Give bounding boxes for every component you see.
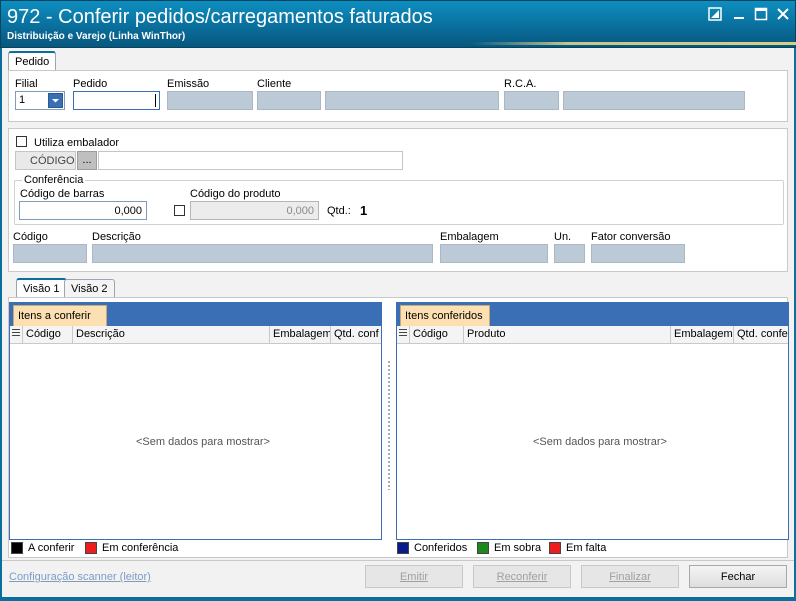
left-col-descricao[interactable]: Descrição (72, 326, 269, 344)
right-col-qtd-conf[interactable]: Qtd. confe (733, 326, 788, 344)
itens-a-conferir-tab[interactable]: Itens a conferir (13, 305, 107, 326)
window-subtitle: Distribuição e Varejo (Linha WinThor) (7, 31, 186, 42)
emissao-label: Emissão (167, 78, 210, 90)
legend-em-sobra-label: Em sobra (494, 542, 542, 554)
itens-conferidos-grid: Itens conferidos Código Produto Embalage… (396, 302, 789, 540)
finalizar-button[interactable]: Finalizar (581, 565, 679, 588)
conferencia-group-label: Conferência (22, 174, 86, 186)
pedido-label: Pedido (73, 78, 108, 90)
left-col-codigo[interactable]: Código (22, 326, 72, 344)
qtd-value: 1 (360, 203, 368, 218)
emissao-field (167, 91, 253, 110)
product-embalagem-label: Embalagem (440, 231, 499, 243)
browse-label: ... (82, 154, 92, 166)
product-descricao-field (92, 244, 433, 263)
title-decoration (471, 42, 796, 45)
product-un-label: Un. (554, 231, 572, 243)
product-un-field (554, 244, 585, 263)
embalador-name-field (98, 151, 403, 170)
barcode-input[interactable]: 0,000 (19, 201, 147, 220)
right-col-embalagem[interactable]: Embalagem (670, 326, 733, 344)
legend-a-conferir-label: A conferir (28, 542, 75, 554)
column-chooser-icon[interactable] (10, 326, 22, 344)
product-code-checkbox[interactable] (174, 205, 185, 216)
maximize-icon[interactable] (753, 7, 769, 23)
filial-label: Filial (15, 78, 38, 90)
legend-em-conferencia-swatch (85, 542, 97, 554)
embalador-codigo-field: CÓDIGO (15, 151, 76, 170)
reconferir-button[interactable]: Reconferir (473, 565, 571, 588)
itens-a-conferir-grid: Itens a conferir Código Descrição Embala… (9, 302, 382, 540)
rca-name-field (563, 91, 745, 110)
footer-divider (2, 560, 794, 561)
left-grid-empty-text: <Sem dados para mostrar> (136, 436, 270, 448)
legend-em-conferencia-label: Em conferência (102, 542, 179, 554)
window-title: 972 - Conferir pedidos/carregamentos fat… (7, 6, 433, 28)
close-icon[interactable] (775, 7, 791, 23)
cliente-name-field (325, 91, 499, 110)
product-codigo-label: Código (13, 231, 48, 243)
tab-visao-1[interactable]: Visão 1 (16, 278, 67, 297)
product-fator-field (591, 244, 685, 263)
filial-value: 1 (19, 94, 26, 106)
scanner-config-link[interactable]: Configuração scanner (leitor) (9, 571, 151, 583)
qtd-label: Qtd.: (327, 205, 351, 217)
product-fator-label: Fator conversão (591, 231, 671, 243)
legend-a-conferir-swatch (11, 542, 23, 554)
emitir-label: Emitir (399, 571, 429, 583)
minimize-icon[interactable] (731, 7, 747, 23)
chevron-down-icon[interactable] (48, 93, 63, 108)
embalador-browse-button[interactable]: ... (77, 151, 97, 170)
rca-label: R.C.A. (504, 78, 537, 90)
pedido-input[interactable] (73, 91, 160, 110)
emitir-button[interactable]: Emitir (365, 565, 463, 588)
product-embalagem-field (440, 244, 548, 263)
restore-layout-icon[interactable] (707, 7, 723, 23)
cliente-label: Cliente (257, 78, 292, 90)
filial-select[interactable]: 1 (15, 91, 65, 110)
barcode-label: Código de barras (20, 188, 105, 200)
left-grid-column-header: Código Descrição Embalagem Qtd. conf (10, 326, 381, 344)
utiliza-embalador-label: Utiliza embalador (34, 137, 119, 149)
title-bar: 972 - Conferir pedidos/carregamentos fat… (0, 0, 796, 48)
finalizar-label: Finalizar (609, 571, 651, 583)
itens-conferidos-tab[interactable]: Itens conferidos (400, 305, 490, 326)
text-cursor (155, 94, 156, 107)
reconferir-label: Reconferir (496, 571, 548, 583)
fechar-label: Fechar (720, 571, 756, 583)
legend-em-falta-swatch (549, 542, 561, 554)
embalador-codigo-label: CÓDIGO (30, 155, 75, 167)
cliente-code-field (257, 91, 321, 110)
product-code-label: Código do produto (190, 188, 281, 200)
grid-splitter[interactable] (387, 360, 391, 490)
left-col-embalagem[interactable]: Embalagem (269, 326, 330, 344)
rca-code-field (504, 91, 559, 110)
right-col-codigo[interactable]: Código (409, 326, 463, 344)
legend-conferidos-label: Conferidos (414, 542, 468, 554)
product-codigo-field (13, 244, 87, 263)
utiliza-embalador-checkbox[interactable] (16, 136, 27, 147)
right-grid-empty-text: <Sem dados para mostrar> (533, 436, 667, 448)
left-col-qtd-conf[interactable]: Qtd. conf (330, 326, 381, 344)
tab-visao-2[interactable]: Visão 2 (64, 279, 115, 298)
legend-conferidos-swatch (397, 542, 409, 554)
right-grid-column-header: Código Produto Embalagem Qtd. confe (397, 326, 788, 344)
fechar-button[interactable]: Fechar (689, 565, 787, 588)
product-descricao-label: Descrição (92, 231, 141, 243)
right-col-produto[interactable]: Produto (463, 326, 670, 344)
column-chooser-icon[interactable] (397, 326, 409, 344)
product-code-input: 0,000 (190, 201, 319, 220)
legend-em-sobra-swatch (477, 542, 489, 554)
legend-em-falta-label: Em falta (566, 542, 607, 554)
tab-pedido[interactable]: Pedido (8, 51, 57, 70)
